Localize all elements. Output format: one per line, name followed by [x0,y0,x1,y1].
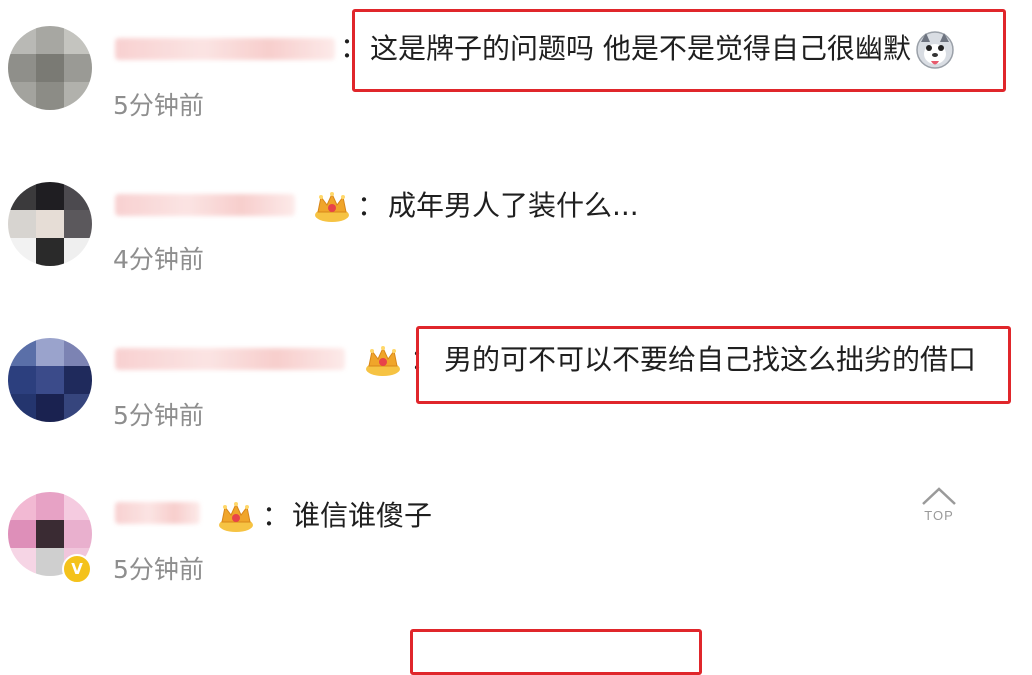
crown-icon [315,192,349,222]
username-blurred[interactable] [115,502,200,524]
comment-item: ： 男的可不可以不要给自己找这么拙劣的借口 5分钟前 [0,326,1032,488]
back-to-top-button[interactable]: TOP [910,484,968,540]
highlight-box [352,9,1006,92]
crown-icon [366,346,400,376]
timestamp: 5分钟前 [113,91,204,120]
chevron-up-icon [922,487,956,505]
comment-text: 谁信谁傻子 [292,499,433,532]
timestamp: 4分钟前 [113,245,204,274]
comment-separator: ： [357,189,386,222]
username-blurred[interactable] [115,194,295,216]
timestamp: 5分钟前 [113,401,204,430]
comment-item: V ： 谁信谁傻子 5分钟前 [0,492,1032,642]
comment-item: ： 这是牌子的问题吗 他是不是觉得自己很幽默 5分钟前 [0,9,1032,176]
highlight-box [410,629,702,675]
timestamp: 5分钟前 [113,555,204,584]
back-to-top-label: TOP [924,508,954,523]
crown-icon [219,502,253,532]
avatar[interactable] [8,26,92,110]
username-blurred[interactable] [115,348,345,370]
username-blurred[interactable] [115,38,335,60]
verified-badge-icon: V [62,554,92,584]
avatar[interactable] [8,182,92,266]
comment-text: 成年男人了装什么... [388,189,639,222]
avatar[interactable] [8,338,92,422]
comment-separator: ： [262,499,291,532]
highlight-box [416,326,1011,404]
comment-item: ： 成年男人了装什么... 4分钟前 [0,182,1032,332]
